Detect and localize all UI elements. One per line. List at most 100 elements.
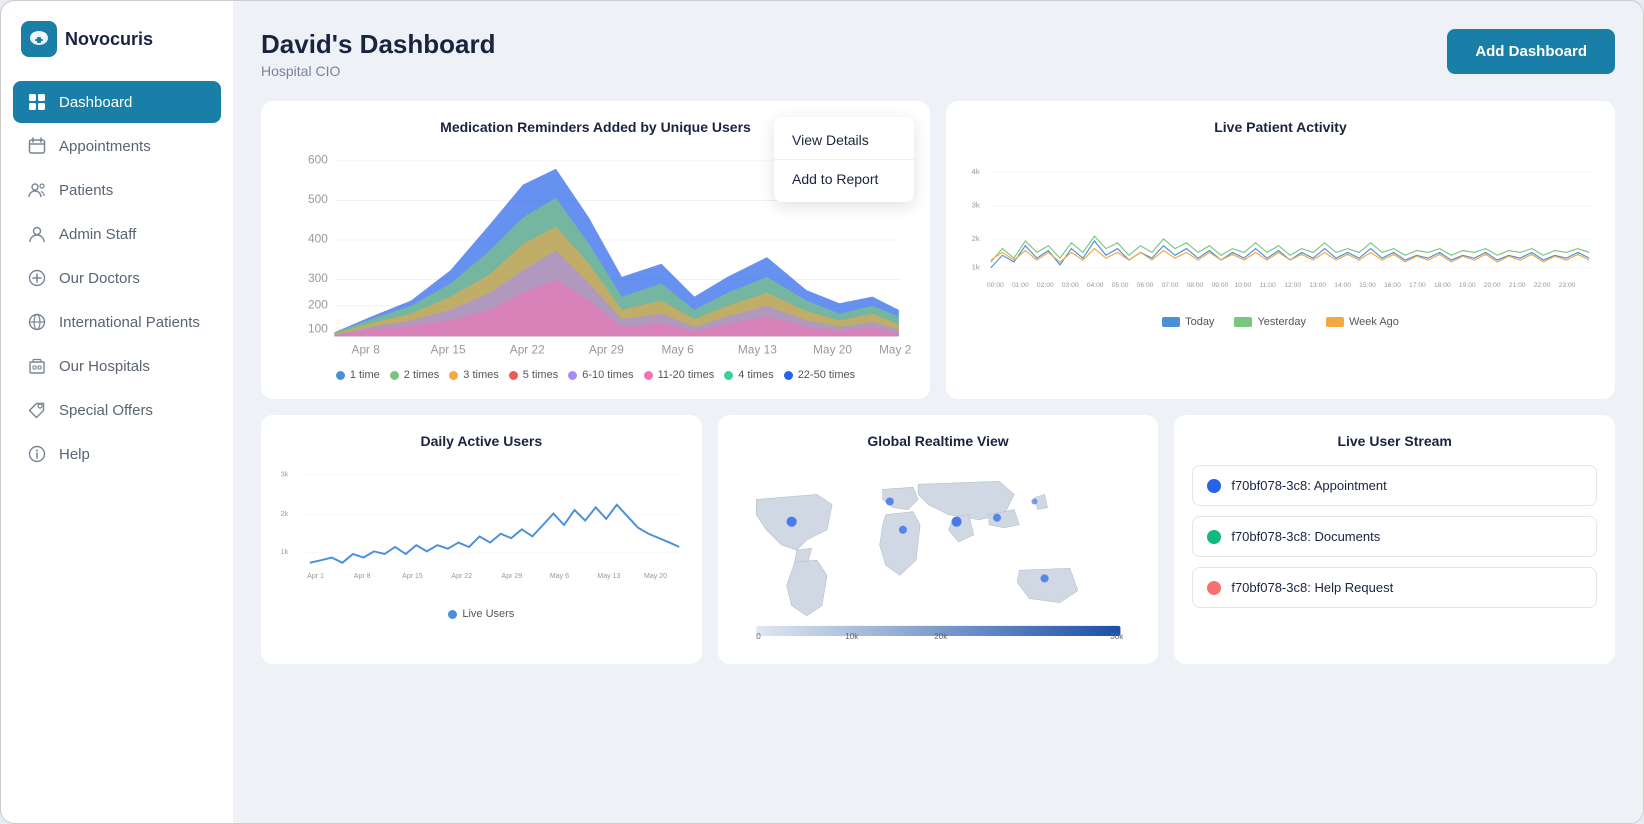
- legend-today: Today: [1162, 316, 1214, 328]
- stream-dot-help-request: [1207, 581, 1221, 595]
- svg-text:May 6: May 6: [550, 573, 569, 580]
- sidebar-label-our-doctors: Our Doctors: [59, 270, 140, 287]
- sidebar-label-dashboard: Dashboard: [59, 94, 132, 111]
- svg-text:Apr 15: Apr 15: [402, 573, 423, 580]
- globe-icon: [27, 312, 47, 332]
- svg-text:05:00: 05:00: [1112, 282, 1129, 289]
- svg-text:1k: 1k: [281, 549, 289, 556]
- world-map-svg: 0 10k 20k 30k: [736, 459, 1141, 641]
- daily-active-legend: Live Users: [279, 608, 684, 620]
- sidebar-label-patients: Patients: [59, 182, 113, 199]
- svg-text:04:00: 04:00: [1087, 282, 1104, 289]
- legend-live-users: Live Users: [448, 608, 514, 620]
- legend-22-50times: 22-50 times: [784, 369, 855, 381]
- stream-list: f70bf078-3c8: Appointment f70bf078-3c8: …: [1192, 465, 1597, 608]
- svg-text:30k: 30k: [1110, 632, 1124, 641]
- sidebar-item-our-hospitals[interactable]: Our Hospitals: [13, 345, 221, 387]
- bottom-row: Daily Active Users 3k 2k 1k Apr 1 Apr 8 …: [261, 415, 1615, 664]
- legend-swatch-yesterday: [1234, 317, 1252, 327]
- svg-text:10:00: 10:00: [1234, 282, 1251, 289]
- medication-chart-legend: 1 time 2 times 3 times 5 times: [279, 369, 912, 381]
- person-icon: [27, 224, 47, 244]
- svg-text:Apr 29: Apr 29: [502, 573, 523, 580]
- legend-dot-4times: [724, 371, 733, 380]
- svg-text:00:00: 00:00: [987, 282, 1004, 289]
- legend-2times: 2 times: [390, 369, 439, 381]
- sidebar-item-appointments[interactable]: Appointments: [13, 125, 221, 167]
- sidebar-item-patients[interactable]: Patients: [13, 169, 221, 211]
- add-to-report-item[interactable]: Add to Report: [774, 162, 914, 196]
- svg-text:18:00: 18:00: [1434, 282, 1451, 289]
- tag-icon: [27, 400, 47, 420]
- svg-text:300: 300: [308, 271, 328, 285]
- stream-label-help-request: f70bf078-3c8: Help Request: [1231, 580, 1393, 595]
- page-subtitle: Hospital CIO: [261, 63, 495, 79]
- legend-yesterday: Yesterday: [1234, 316, 1306, 328]
- svg-text:Apr 8: Apr 8: [352, 342, 381, 356]
- svg-text:03:00: 03:00: [1062, 282, 1079, 289]
- logo: Novocuris: [1, 21, 233, 81]
- svg-text:11:00: 11:00: [1259, 282, 1276, 289]
- global-realtime-card: Global Realtime View: [718, 415, 1159, 664]
- legend-dot-3times: [449, 371, 458, 380]
- svg-text:May 20: May 20: [813, 342, 852, 356]
- sidebar-nav: Dashboard Appointments: [1, 81, 233, 475]
- legend-dot-1time: [336, 371, 345, 380]
- stream-item-appointment: f70bf078-3c8: Appointment: [1192, 465, 1597, 506]
- svg-text:May 6: May 6: [661, 342, 694, 356]
- legend-3times: 3 times: [449, 369, 498, 381]
- svg-text:15:00: 15:00: [1359, 282, 1376, 289]
- live-patient-card: Live Patient Activity 4k 3k 2k 1k 00:00 …: [946, 101, 1615, 399]
- view-details-item[interactable]: View Details: [774, 123, 914, 157]
- sidebar-item-dashboard[interactable]: Dashboard: [13, 81, 221, 123]
- legend-dot-11-20times: [644, 371, 653, 380]
- info-icon: [27, 444, 47, 464]
- page-title: David's Dashboard: [261, 29, 495, 60]
- main-content: David's Dashboard Hospital CIO Add Dashb…: [233, 1, 1643, 823]
- main-header: David's Dashboard Hospital CIO Add Dashb…: [261, 29, 1615, 79]
- svg-text:200: 200: [308, 298, 328, 312]
- svg-text:2k: 2k: [281, 511, 289, 518]
- svg-text:14:00: 14:00: [1334, 282, 1351, 289]
- daily-active-svg: 3k 2k 1k Apr 1 Apr 8 Apr 15 Apr 22 Apr 2…: [279, 459, 684, 595]
- svg-text:06:00: 06:00: [1137, 282, 1154, 289]
- legend-swatch-week-ago: [1326, 317, 1344, 327]
- legend-dot-live-users: [448, 610, 457, 619]
- sidebar-item-special-offers[interactable]: Special Offers: [13, 389, 221, 431]
- sidebar-item-admin-staff[interactable]: Admin Staff: [13, 213, 221, 255]
- stream-label-documents: f70bf078-3c8: Documents: [1231, 529, 1380, 544]
- live-user-stream-card: Live User Stream f70bf078-3c8: Appointme…: [1174, 415, 1615, 664]
- add-dashboard-button[interactable]: Add Dashboard: [1447, 29, 1615, 74]
- legend-week-ago: Week Ago: [1326, 316, 1399, 328]
- dropdown-divider: [774, 159, 914, 160]
- svg-text:3k: 3k: [972, 200, 980, 209]
- svg-text:12:00: 12:00: [1284, 282, 1301, 289]
- sidebar: Novocuris Dashboard: [1, 1, 233, 823]
- sidebar-label-international-patients: International Patients: [59, 314, 200, 331]
- live-patient-chart-svg: 4k 3k 2k 1k 00:00 01:00 02:00 03:00 04:0…: [964, 145, 1597, 303]
- svg-text:Apr 22: Apr 22: [510, 342, 545, 356]
- live-patient-title: Live Patient Activity: [964, 119, 1597, 135]
- svg-text:02:00: 02:00: [1037, 282, 1054, 289]
- plus-circle-icon: [27, 268, 47, 288]
- svg-text:May 27: May 27: [879, 342, 912, 356]
- svg-text:19:00: 19:00: [1459, 282, 1476, 289]
- legend-5times: 5 times: [509, 369, 558, 381]
- legend-11-20times: 11-20 times: [644, 369, 715, 381]
- global-realtime-title: Global Realtime View: [736, 433, 1141, 449]
- sidebar-item-our-doctors[interactable]: Our Doctors: [13, 257, 221, 299]
- svg-text:400: 400: [308, 232, 328, 246]
- svg-text:20k: 20k: [934, 632, 948, 641]
- sidebar-item-help[interactable]: Help: [13, 433, 221, 475]
- calendar-icon: [27, 136, 47, 156]
- sidebar-label-special-offers: Special Offers: [59, 402, 153, 419]
- daily-active-card: Daily Active Users 3k 2k 1k Apr 1 Apr 8 …: [261, 415, 702, 664]
- sidebar-item-international-patients[interactable]: International Patients: [13, 301, 221, 343]
- daily-active-title: Daily Active Users: [279, 433, 684, 449]
- sidebar-label-help: Help: [59, 446, 90, 463]
- sidebar-label-our-hospitals: Our Hospitals: [59, 358, 150, 375]
- svg-text:01:00: 01:00: [1012, 282, 1029, 289]
- legend-1time: 1 time: [336, 369, 380, 381]
- svg-text:13:00: 13:00: [1309, 282, 1326, 289]
- svg-text:22:00: 22:00: [1534, 282, 1551, 289]
